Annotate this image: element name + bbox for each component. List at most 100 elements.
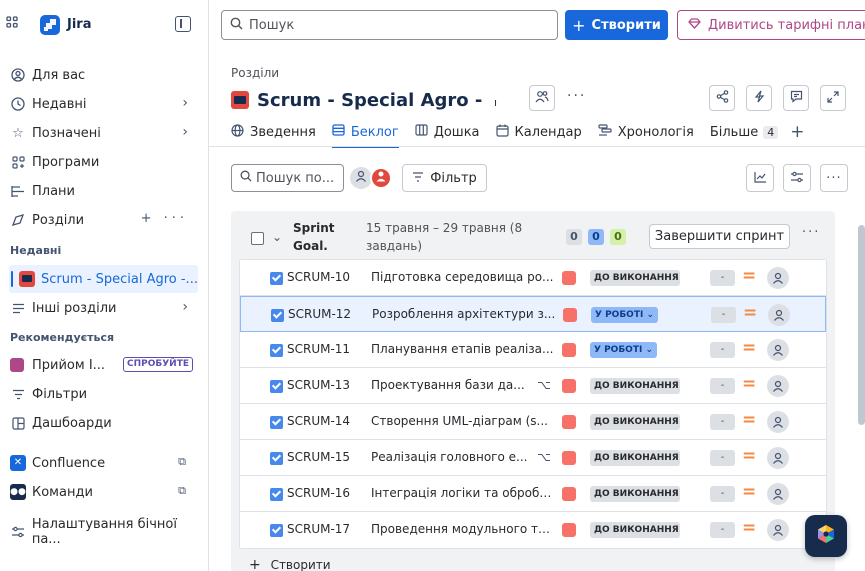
- status-badge[interactable]: ДО ВИКОНАННЯ: [590, 270, 680, 286]
- share-button[interactable]: [709, 85, 735, 111]
- story-points-estimate[interactable]: -: [710, 342, 735, 358]
- issue-key[interactable]: SCRUM-16: [287, 486, 350, 500]
- feedback-button[interactable]: [783, 85, 809, 111]
- status-badge[interactable]: ДО ВИКОНАННЯ: [590, 378, 680, 394]
- child-issues-icon[interactable]: ⌥: [537, 378, 551, 392]
- issue-summary[interactable]: Розроблення архітектури з...: [372, 307, 557, 321]
- breadcrumb[interactable]: Розділи: [231, 66, 279, 80]
- issue-key[interactable]: SCRUM-15: [287, 450, 350, 464]
- view-plans-button[interactable]: Дивитись тарифні плани: [677, 10, 865, 40]
- issue-summary[interactable]: Планування етапів реаліза...: [371, 342, 556, 356]
- insights-button[interactable]: [746, 164, 774, 192]
- issue-summary[interactable]: Підготовка середовища ро...: [371, 270, 556, 284]
- issue-key[interactable]: SCRUM-17: [287, 522, 350, 536]
- user-avatar-filter[interactable]: [370, 167, 392, 189]
- status-badge[interactable]: ДО ВИКОНАННЯ: [590, 486, 680, 502]
- story-points-estimate[interactable]: -: [710, 486, 735, 502]
- story-points-estimate[interactable]: -: [710, 414, 735, 430]
- sidebar-item-dashboards[interactable]: Дашбоарди: [0, 410, 208, 436]
- issue-row[interactable]: SCRUM-12 Розроблення архітектури з... У РО…: [240, 296, 826, 332]
- assignee-avatar[interactable]: [767, 339, 789, 361]
- tab-board[interactable]: Дошка: [415, 118, 480, 146]
- issue-summary[interactable]: Створення UML-діаграм (s...: [371, 414, 556, 428]
- tab-summary[interactable]: Зведення: [231, 118, 316, 146]
- issue-row[interactable]: SCRUM-13 Проектування бази да... ⌥ ДО ВИКОН…: [240, 368, 826, 404]
- sidebar-item-teams[interactable]: ●● Команди ⧉: [0, 479, 208, 505]
- sidebar-item-apps[interactable]: Програми: [0, 149, 208, 175]
- story-points-estimate[interactable]: -: [710, 378, 735, 394]
- app-name[interactable]: Jira: [67, 17, 91, 32]
- assignee-avatar[interactable]: [767, 447, 789, 469]
- add-space-actions[interactable]: + ···: [141, 211, 188, 226]
- more-actions-icon[interactable]: ···: [567, 88, 586, 104]
- view-settings-button[interactable]: [783, 164, 811, 192]
- create-issue-button[interactable]: + Створити: [249, 557, 331, 571]
- story-points-estimate[interactable]: -: [710, 522, 735, 538]
- try-badge[interactable]: СПРОБУЙТЕ: [123, 357, 194, 372]
- sprint-name[interactable]: Sprint Goal.: [293, 219, 353, 255]
- status-badge[interactable]: ДО ВИКОНАННЯ: [590, 414, 680, 430]
- app-switcher-icon[interactable]: [6, 16, 20, 32]
- sprint-more-icon[interactable]: ···: [802, 225, 820, 240]
- issue-summary[interactable]: Інтеграція логіки та обробк...: [371, 486, 556, 500]
- issue-key[interactable]: SCRUM-10: [287, 270, 350, 284]
- story-points-estimate[interactable]: -: [710, 270, 735, 286]
- assignee-avatar[interactable]: [767, 483, 789, 505]
- assignee-avatar[interactable]: [767, 267, 789, 289]
- sidebar-item-recent[interactable]: Недавні ›: [0, 91, 208, 117]
- sidebar-item-filters[interactable]: Фільтри: [0, 381, 208, 407]
- issue-key[interactable]: SCRUM-12: [288, 307, 351, 321]
- child-issues-icon[interactable]: ⌥: [537, 450, 551, 464]
- sprint-checkbox[interactable]: [251, 232, 264, 245]
- chevron-down-icon[interactable]: ⌄: [272, 230, 282, 244]
- assistant-button[interactable]: [805, 515, 847, 557]
- tab-backlog[interactable]: Беклог: [331, 118, 399, 148]
- tab-more[interactable]: Більше 4 +: [710, 118, 805, 146]
- issue-key[interactable]: SCRUM-11: [287, 342, 350, 356]
- collapse-sidebar-icon[interactable]: [175, 16, 191, 32]
- jira-logo-icon[interactable]: [40, 15, 60, 35]
- tab-calendar[interactable]: Календар: [495, 118, 582, 146]
- filter-button[interactable]: Фільтр: [402, 164, 487, 192]
- status-badge[interactable]: У РОБОТІ ⌄: [591, 307, 658, 323]
- assignee-avatar[interactable]: [768, 304, 790, 326]
- sidebar-item-starred[interactable]: ☆ Позначені ›: [0, 120, 208, 146]
- issue-key[interactable]: SCRUM-14: [287, 414, 350, 428]
- backlog-search-input[interactable]: Пошук по...: [231, 164, 344, 192]
- issue-row[interactable]: SCRUM-11 Планування етапів реаліза... У РО…: [240, 332, 826, 368]
- issue-summary[interactable]: Реалізація головного е...: [371, 450, 556, 464]
- create-button[interactable]: + Створити: [565, 10, 668, 40]
- issue-row[interactable]: SCRUM-16 Інтеграція логіки та обробк... ДО…: [240, 476, 826, 512]
- sidebar-item-spaces[interactable]: Розділи + ···: [0, 207, 208, 233]
- issue-row[interactable]: SCRUM-17 Проведення модульного те... ДО ВИ…: [240, 512, 826, 548]
- sidebar-item-plans[interactable]: Плани: [0, 178, 208, 204]
- issue-summary[interactable]: Проектування бази да...: [371, 378, 556, 392]
- issue-row[interactable]: SCRUM-15 Реалізація головного е... ⌥ ДО ВИК…: [240, 440, 826, 476]
- sidebar-item-recommended[interactable]: Прийом І... СПРОБУЙТЕ: [0, 352, 208, 378]
- assignee-avatar[interactable]: [767, 375, 789, 397]
- sidebar-item-confluence[interactable]: ✕ Confluence ⧉: [0, 450, 208, 476]
- story-points-estimate[interactable]: -: [710, 450, 735, 466]
- sidebar-item-active-project[interactable]: Scrum - Special Agro -...: [9, 265, 198, 293]
- add-tab-icon[interactable]: +: [790, 122, 804, 142]
- assignee-avatar[interactable]: [767, 411, 789, 433]
- unassigned-avatar-filter[interactable]: [350, 167, 372, 189]
- issue-row[interactable]: SCRUM-10 Підготовка середовища ро... ДО ВИ…: [240, 260, 826, 296]
- complete-sprint-button[interactable]: Завершити спринт: [649, 224, 790, 249]
- fullscreen-button[interactable]: [820, 85, 846, 111]
- story-points-estimate[interactable]: -: [711, 307, 736, 323]
- sidebar-item-settings[interactable]: Налаштування бічної па...: [0, 517, 208, 547]
- status-badge[interactable]: У РОБОТІ ⌄: [590, 342, 657, 358]
- assignee-avatar[interactable]: [767, 519, 789, 541]
- automation-button[interactable]: [746, 85, 772, 111]
- sidebar-item-for-you[interactable]: Для вас: [0, 62, 208, 88]
- tab-timeline[interactable]: Хронологія: [598, 118, 694, 146]
- status-badge[interactable]: ДО ВИКОНАННЯ: [590, 450, 680, 466]
- issue-row[interactable]: SCRUM-14 Створення UML-діаграм (s... ДО ВИ…: [240, 404, 826, 440]
- issue-summary[interactable]: Проведення модульного те...: [371, 522, 556, 536]
- sidebar-item-other-spaces[interactable]: Інші розділи ›: [0, 295, 208, 321]
- scrollbar[interactable]: [858, 225, 865, 425]
- issue-key[interactable]: SCRUM-13: [287, 378, 350, 392]
- status-badge[interactable]: ДО ВИКОНАННЯ: [590, 522, 680, 538]
- team-members-button[interactable]: [529, 85, 555, 111]
